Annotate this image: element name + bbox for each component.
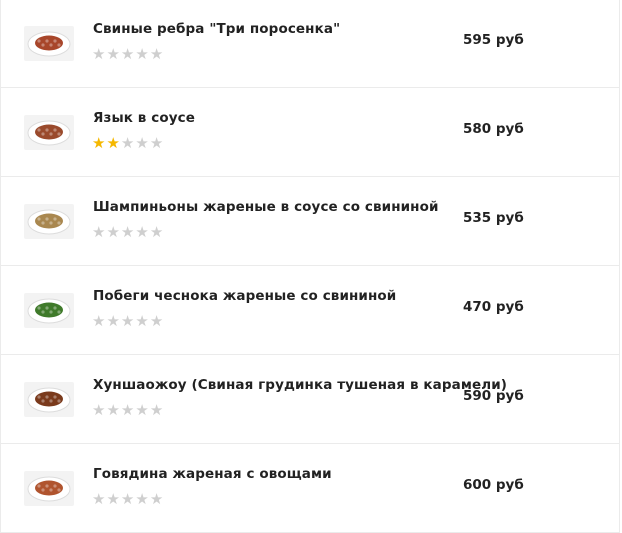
star-icon[interactable]: ★ bbox=[121, 134, 135, 152]
dish-tongue-icon bbox=[27, 120, 71, 146]
star-icon[interactable]: ★ bbox=[150, 223, 164, 241]
menu-item[interactable]: Шампиньоны жареные в соусе со свининой ★… bbox=[1, 177, 619, 266]
star-icon[interactable]: ★ bbox=[106, 490, 120, 508]
star-icon[interactable]: ★ bbox=[121, 490, 135, 508]
rating-stars[interactable]: ★★★★★ bbox=[92, 224, 164, 240]
star-icon[interactable]: ★ bbox=[106, 312, 120, 330]
dish-price: 595 руб bbox=[463, 32, 524, 48]
star-icon[interactable]: ★ bbox=[92, 223, 106, 241]
rating-stars[interactable]: ★★★★★ bbox=[92, 402, 164, 418]
dish-ribs-icon bbox=[27, 31, 71, 57]
star-icon[interactable]: ★ bbox=[135, 490, 149, 508]
dish-price: 470 руб bbox=[463, 299, 524, 315]
star-icon[interactable]: ★ bbox=[121, 45, 135, 63]
dish-name[interactable]: Побеги чеснока жареные со свининой bbox=[93, 288, 396, 304]
star-icon[interactable]: ★ bbox=[135, 134, 149, 152]
star-icon[interactable]: ★ bbox=[92, 490, 106, 508]
menu-list: Свиные ребра "Три поросенка" ★★★★★ 595 р… bbox=[0, 0, 620, 533]
dish-mushrooms-icon bbox=[27, 209, 71, 235]
dish-beef-vegetables-icon bbox=[27, 476, 71, 502]
dish-name[interactable]: Язык в соусе bbox=[93, 110, 195, 126]
star-icon[interactable]: ★ bbox=[135, 401, 149, 419]
star-icon[interactable]: ★ bbox=[92, 312, 106, 330]
star-icon[interactable]: ★ bbox=[135, 45, 149, 63]
rating-stars[interactable]: ★★★★★ bbox=[92, 135, 164, 151]
menu-item[interactable]: Говядина жареная с овощами ★★★★★ 600 руб bbox=[1, 444, 619, 533]
dish-thumbnail[interactable] bbox=[24, 204, 74, 239]
star-icon[interactable]: ★ bbox=[92, 45, 106, 63]
star-icon[interactable]: ★ bbox=[150, 45, 164, 63]
dish-price: 590 руб bbox=[463, 388, 524, 404]
star-icon[interactable]: ★ bbox=[106, 45, 120, 63]
dish-price: 535 руб bbox=[463, 210, 524, 226]
star-icon[interactable]: ★ bbox=[106, 401, 120, 419]
star-icon[interactable]: ★ bbox=[106, 223, 120, 241]
menu-item[interactable]: Побеги чеснока жареные со свининой ★★★★★… bbox=[1, 266, 619, 355]
star-icon[interactable]: ★ bbox=[135, 223, 149, 241]
rating-stars[interactable]: ★★★★★ bbox=[92, 313, 164, 329]
rating-stars[interactable]: ★★★★★ bbox=[92, 46, 164, 62]
dish-name[interactable]: Говядина жареная с овощами bbox=[93, 466, 332, 482]
rating-stars[interactable]: ★★★★★ bbox=[92, 491, 164, 507]
menu-item[interactable]: Свиные ребра "Три поросенка" ★★★★★ 595 р… bbox=[1, 0, 619, 88]
star-icon[interactable]: ★ bbox=[121, 223, 135, 241]
dish-garlic-shoots-icon bbox=[27, 298, 71, 324]
star-icon[interactable]: ★ bbox=[150, 401, 164, 419]
star-icon[interactable]: ★ bbox=[150, 312, 164, 330]
dish-thumbnail[interactable] bbox=[24, 382, 74, 417]
dish-thumbnail[interactable] bbox=[24, 115, 74, 150]
dish-price: 600 руб bbox=[463, 477, 524, 493]
dish-price: 580 руб bbox=[463, 121, 524, 137]
dish-name[interactable]: Шампиньоны жареные в соусе со свининой bbox=[93, 199, 439, 215]
dish-pork-belly-icon bbox=[27, 387, 71, 413]
star-icon[interactable]: ★ bbox=[135, 312, 149, 330]
star-icon[interactable]: ★ bbox=[121, 312, 135, 330]
star-icon[interactable]: ★ bbox=[121, 401, 135, 419]
star-icon[interactable]: ★ bbox=[92, 401, 106, 419]
menu-item[interactable]: Хуншаожоу (Свиная грудинка тушеная в кар… bbox=[1, 355, 619, 444]
star-icon[interactable]: ★ bbox=[92, 134, 106, 152]
dish-name[interactable]: Хуншаожоу (Свиная грудинка тушеная в кар… bbox=[93, 377, 507, 393]
dish-thumbnail[interactable] bbox=[24, 26, 74, 61]
menu-item[interactable]: Язык в соусе ★★★★★ 580 руб bbox=[1, 88, 619, 177]
dish-name[interactable]: Свиные ребра "Три поросенка" bbox=[93, 21, 340, 37]
star-icon[interactable]: ★ bbox=[150, 490, 164, 508]
dish-thumbnail[interactable] bbox=[24, 471, 74, 506]
star-icon[interactable]: ★ bbox=[150, 134, 164, 152]
star-icon[interactable]: ★ bbox=[106, 134, 120, 152]
dish-thumbnail[interactable] bbox=[24, 293, 74, 328]
